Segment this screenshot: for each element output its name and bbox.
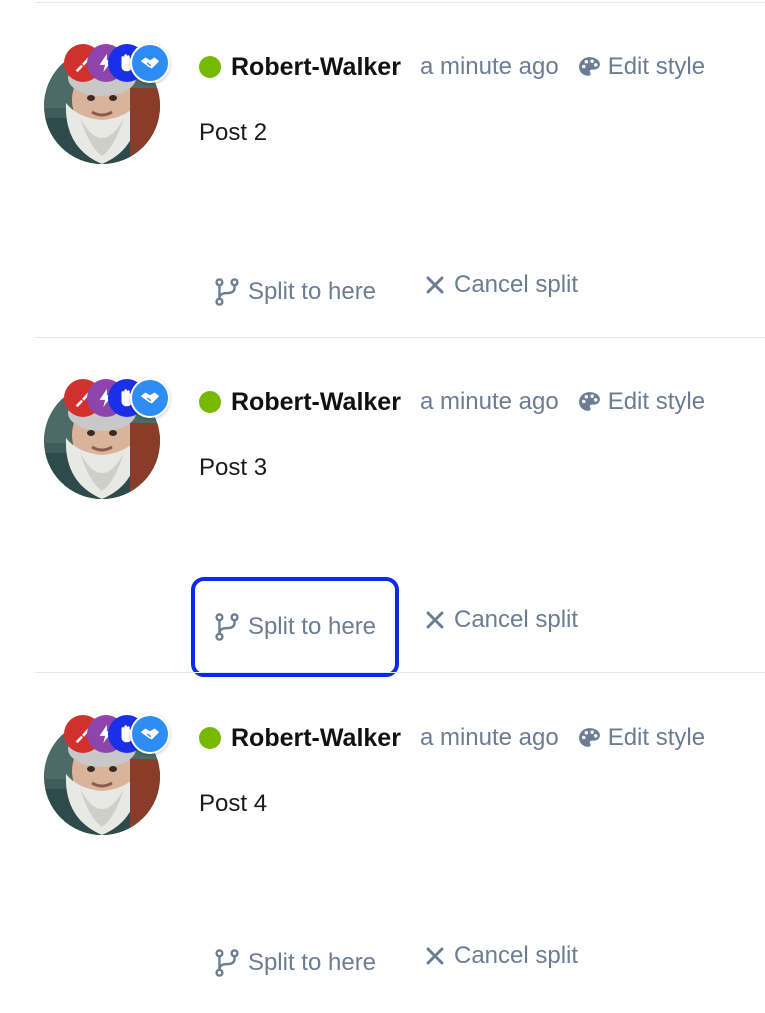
split-to-here-button[interactable]: Split to here bbox=[191, 913, 399, 1013]
split-to-here-label: Split to here bbox=[247, 949, 377, 976]
cancel-split-label: Cancel split bbox=[454, 271, 579, 298]
handshake-badge-icon bbox=[130, 43, 170, 83]
username-link[interactable]: Robert-Walker bbox=[231, 724, 401, 753]
post-header: Robert-Walker a minute ago Edit style bbox=[199, 723, 705, 753]
split-actions: Split to here Cancel split bbox=[0, 577, 765, 677]
split-to-here-button[interactable]: Split to here bbox=[191, 242, 399, 342]
avatar-group[interactable] bbox=[44, 714, 174, 837]
edit-style-label: Edit style bbox=[607, 724, 706, 751]
avatar-group[interactable] bbox=[44, 378, 174, 501]
edit-style-button[interactable]: Edit style bbox=[577, 388, 705, 416]
cancel-split-label: Cancel split bbox=[454, 606, 579, 633]
code-branch-icon bbox=[215, 613, 239, 641]
post-item: Robert-Walker a minute ago Edit style Po… bbox=[0, 673, 765, 1009]
post-item: Robert-Walker a minute ago Edit style Po… bbox=[0, 337, 765, 677]
handshake-badge-icon bbox=[130, 714, 170, 754]
split-to-here-label: Split to here bbox=[247, 278, 377, 305]
edit-style-label: Edit style bbox=[607, 53, 706, 80]
code-branch-icon bbox=[215, 278, 239, 306]
cancel-split-button[interactable]: Cancel split bbox=[426, 942, 578, 970]
edit-style-label: Edit style bbox=[607, 388, 706, 415]
post-body: Post 2 bbox=[199, 119, 268, 146]
edit-style-button[interactable]: Edit style bbox=[577, 724, 705, 752]
palette-icon bbox=[578, 727, 600, 747]
split-to-here-label: Split to here bbox=[247, 613, 377, 640]
post-header: Robert-Walker a minute ago Edit style bbox=[199, 387, 705, 417]
username-link[interactable]: Robert-Walker bbox=[231, 388, 401, 417]
edit-style-button[interactable]: Edit style bbox=[577, 53, 705, 81]
cancel-split-label: Cancel split bbox=[454, 942, 579, 969]
post-body: Post 4 bbox=[199, 790, 268, 817]
palette-icon bbox=[578, 56, 600, 76]
username-link[interactable]: Robert-Walker bbox=[231, 53, 401, 82]
post-body: Post 3 bbox=[199, 454, 268, 481]
palette-icon bbox=[578, 391, 600, 411]
split-to-here-button[interactable]: Split to here bbox=[191, 577, 399, 677]
post-timestamp[interactable]: a minute ago bbox=[420, 724, 559, 752]
post-header: Robert-Walker a minute ago Edit style bbox=[199, 52, 705, 82]
close-icon bbox=[426, 276, 444, 294]
close-icon bbox=[426, 611, 444, 629]
handshake-badge-icon bbox=[130, 378, 170, 418]
online-dot-icon bbox=[199, 727, 221, 749]
close-icon bbox=[426, 947, 444, 965]
code-branch-icon bbox=[215, 949, 239, 977]
cancel-split-button[interactable]: Cancel split bbox=[426, 606, 578, 634]
cancel-split-button[interactable]: Cancel split bbox=[426, 271, 578, 299]
online-dot-icon bbox=[199, 56, 221, 78]
post-item: Robert-Walker a minute ago Edit style Po… bbox=[0, 2, 765, 338]
avatar-group[interactable] bbox=[44, 43, 174, 166]
post-timestamp[interactable]: a minute ago bbox=[420, 53, 559, 81]
online-dot-icon bbox=[199, 391, 221, 413]
split-actions: Split to here Cancel split bbox=[0, 935, 765, 977]
split-actions: Split to here Cancel split bbox=[0, 264, 765, 306]
post-timestamp[interactable]: a minute ago bbox=[420, 388, 559, 416]
